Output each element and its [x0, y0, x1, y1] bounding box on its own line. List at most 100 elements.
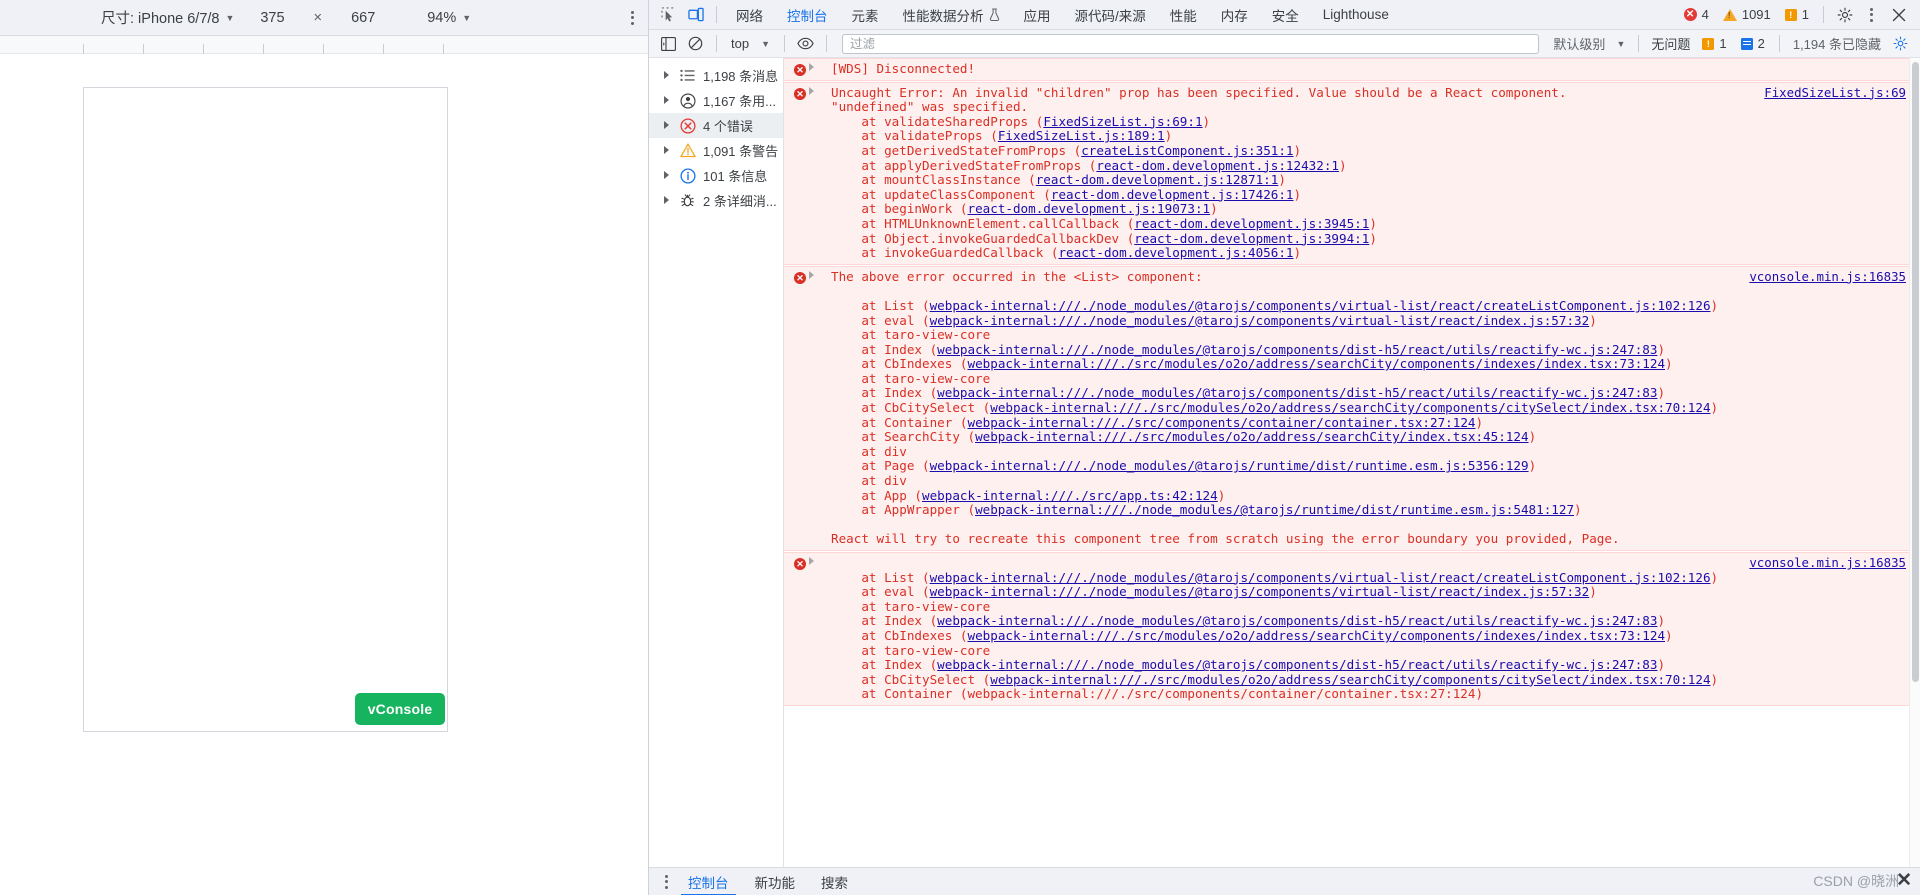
source-location-link[interactable]: webpack-internal:///./node_modules/@taro… — [930, 584, 1590, 599]
inspect-element-icon[interactable] — [655, 3, 682, 27]
tab-performance-insights[interactable]: 性能数据分析 — [891, 0, 1012, 30]
clear-console-icon[interactable] — [682, 32, 709, 56]
source-location-link[interactable]: webpack-internal:///./node_modules/@taro… — [937, 385, 1657, 401]
stack-text: at HTMLUnknownElement.callCallback ( — [831, 215, 1135, 231]
error-counter[interactable]: ✕ 4 — [1677, 4, 1716, 26]
source-location-link[interactable]: webpack-internal:///./node_modules/@taro… — [937, 613, 1657, 629]
console-message-list[interactable]: ✕ [WDS] Disconnected! ✕ FixedSizeList.js:69… — [784, 58, 1920, 867]
sidebar-item-info[interactable]: 101 条信息 — [649, 163, 783, 188]
scrollbar-thumb[interactable] — [1912, 62, 1919, 682]
source-location-link[interactable]: createListComponent.js:351:1 — [1081, 143, 1293, 158]
device-viewport-frame[interactable]: vConsole — [83, 87, 448, 732]
filterbar-issue-counter[interactable]: ! 1 — [1695, 33, 1733, 55]
console-error-message[interactable]: ✕ vconsole.min.js:16835 The above error oc… — [784, 265, 1920, 551]
live-expression-eye-icon[interactable] — [792, 32, 819, 56]
source-location-link[interactable]: webpack-internal:///./node_modules/@taro… — [930, 458, 1529, 474]
source-location-link[interactable]: react-dom.development.js:3945:1 — [1134, 216, 1369, 231]
source-location-link[interactable]: react-dom.development.js:12432:1 — [1096, 158, 1339, 173]
console-scrollbar[interactable] — [1909, 58, 1920, 867]
stack-text: at updateClassComponent ( — [831, 186, 1051, 202]
source-location-link[interactable]: webpack-internal:///./src/modules/o2o/ad… — [990, 672, 1710, 687]
execution-context-dropdown[interactable]: top ▼ — [724, 33, 777, 55]
source-location-link[interactable]: webpack-internal:///./src/modules/o2o/ad… — [990, 400, 1710, 415]
stack-text: at taro-view-core — [831, 642, 991, 658]
drawer-tab-search[interactable]: 搜索 — [808, 868, 861, 895]
tab-console[interactable]: 控制台 — [775, 0, 840, 30]
stack-trace-line: The above error occurred in the <List> c… — [818, 269, 1910, 285]
stack-trace-line: [WDS] Disconnected! — [818, 61, 1910, 77]
message-icon — [1740, 37, 1753, 50]
tab-memory[interactable]: 内存 — [1209, 0, 1260, 30]
source-location-link[interactable]: webpack-internal:///./src/modules/o2o/ad… — [967, 356, 1665, 371]
source-location-link[interactable]: webpack-internal:///./src/modules/o2o/ad… — [975, 429, 1529, 444]
chevron-right-icon[interactable] — [663, 146, 672, 155]
tab-network[interactable]: 网络 — [724, 0, 775, 30]
tab-application[interactable]: 应用 — [1012, 0, 1063, 30]
chevron-right-icon[interactable] — [663, 96, 672, 105]
expand-triangle-icon[interactable] — [809, 63, 814, 71]
sidebar-item-warnings[interactable]: 1,091 条警告 — [649, 138, 783, 163]
source-location-link[interactable]: webpack-internal:///./node_modules/@taro… — [930, 570, 1711, 585]
tab-elements[interactable]: 元素 — [840, 0, 891, 30]
chevron-right-icon[interactable] — [663, 121, 672, 130]
drawer-more-options-icon[interactable] — [657, 874, 675, 889]
source-location-link[interactable]: webpack-internal:///./node_modules/@taro… — [930, 313, 1590, 328]
device-width-input[interactable]: 375 — [243, 5, 301, 31]
source-location-link[interactable]: webpack-internal:///./node_modules/@taro… — [937, 657, 1657, 672]
source-location-link[interactable]: webpack-internal:///./node_modules/@taro… — [937, 342, 1657, 357]
source-location-link[interactable]: webpack-internal:///./src/components/con… — [967, 415, 1475, 430]
no-issues-label[interactable]: 无问题 — [1646, 34, 1695, 53]
source-location-link[interactable]: webpack-internal:///./src/app.ts:42:124 — [922, 488, 1218, 503]
source-location-link[interactable]: webpack-internal:///./src/modules/o2o/ad… — [967, 628, 1665, 643]
toggle-device-toolbar-icon[interactable] — [682, 3, 709, 27]
sidebar-item-user-messages[interactable]: 1,167 条用... — [649, 88, 783, 113]
toggle-console-sidebar-icon[interactable] — [655, 32, 682, 56]
source-location-link[interactable]: FixedSizeList.js:189:1 — [998, 128, 1165, 144]
chevron-right-icon[interactable] — [663, 171, 672, 180]
sidebar-item-verbose[interactable]: 2 条详细消... — [649, 188, 783, 213]
message-source-link[interactable]: vconsole.min.js:16835 — [1749, 555, 1906, 571]
expand-triangle-icon[interactable] — [809, 86, 814, 95]
device-more-options-icon[interactable] — [631, 10, 634, 25]
drawer-tab-console[interactable]: 控制台 — [675, 868, 742, 895]
device-zoom-dropdown[interactable]: 94% ▼ — [418, 5, 480, 31]
expand-triangle-icon[interactable] — [809, 557, 814, 565]
device-size-dropdown[interactable]: 尺寸: iPhone 6/7/8 ▼ — [92, 5, 243, 31]
console-filter-input[interactable] — [842, 33, 1540, 54]
chevron-right-icon[interactable] — [663, 196, 672, 205]
source-location-link[interactable]: FixedSizeList.js:69:1 — [1043, 114, 1202, 129]
message-source-link[interactable]: vconsole.min.js:16835 — [1749, 269, 1906, 285]
source-location-link[interactable]: react-dom.development.js:12871:1 — [1036, 172, 1279, 187]
console-error-message[interactable]: ✕ FixedSizeList.js:69 Uncaught Error: An i… — [784, 81, 1920, 265]
tab-sources[interactable]: 源代码/来源 — [1063, 0, 1158, 30]
stack-text: at taro-view-core — [831, 327, 991, 343]
source-location-link[interactable]: webpack-internal:///./node_modules/@taro… — [975, 502, 1574, 517]
vconsole-button[interactable]: vConsole — [355, 693, 445, 725]
tab-security[interactable]: 安全 — [1260, 0, 1311, 30]
source-location-link[interactable]: react-dom.development.js:3994:1 — [1134, 231, 1369, 246]
filterbar-message-counter[interactable]: 2 — [1734, 33, 1772, 55]
log-level-dropdown[interactable]: 默认级别 ▼ — [1547, 33, 1631, 55]
chevron-right-icon[interactable] — [663, 71, 672, 80]
console-error-message[interactable]: ✕ vconsole.min.js:16835 at List (webpack-… — [784, 552, 1920, 706]
settings-gear-icon[interactable] — [1831, 3, 1858, 27]
source-location-link[interactable]: react-dom.development.js:4056:1 — [1058, 245, 1293, 260]
stack-text: at div — [831, 473, 907, 489]
source-location-link[interactable]: webpack-internal:///./node_modules/@taro… — [930, 298, 1711, 313]
device-height-input[interactable]: 667 — [334, 5, 392, 31]
sidebar-item-messages[interactable]: 1,198 条消息 — [649, 63, 783, 88]
issue-counter[interactable]: ! 1 — [1778, 4, 1816, 26]
devtools-more-options-icon[interactable] — [1858, 3, 1885, 27]
sidebar-item-errors[interactable]: 4 个错误 — [649, 113, 783, 138]
tab-performance[interactable]: 性能 — [1158, 0, 1209, 30]
console-settings-gear-icon[interactable] — [1887, 32, 1914, 56]
message-source-link[interactable]: FixedSizeList.js:69 — [1764, 85, 1906, 101]
console-error-message[interactable]: ✕ [WDS] Disconnected! — [784, 58, 1920, 81]
warning-counter[interactable]: 1091 — [1716, 4, 1778, 26]
expand-triangle-icon[interactable] — [809, 270, 814, 279]
tab-lighthouse[interactable]: Lighthouse — [1311, 0, 1401, 30]
source-location-link[interactable]: react-dom.development.js:19073:1 — [967, 201, 1210, 217]
drawer-tab-whats-new[interactable]: 新功能 — [742, 868, 809, 895]
close-devtools-icon[interactable] — [1885, 3, 1912, 27]
source-location-link[interactable]: react-dom.development.js:17426:1 — [1051, 187, 1294, 202]
